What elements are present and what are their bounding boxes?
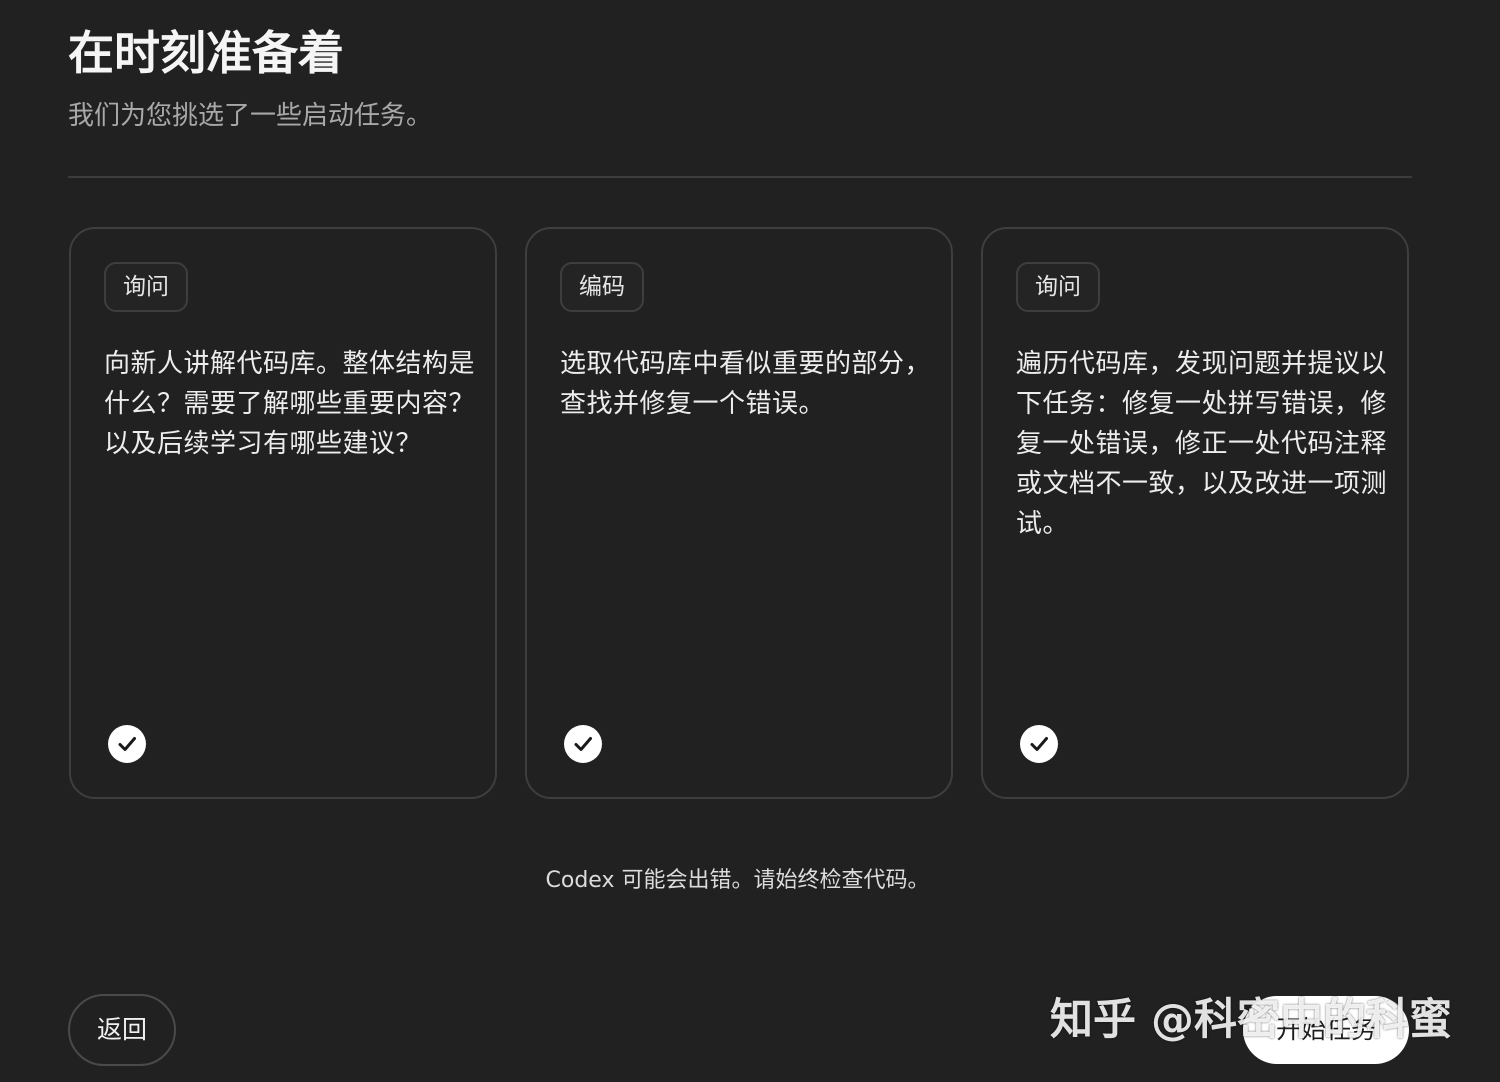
header-divider: [68, 176, 1412, 178]
checkmark-glyph: [118, 737, 136, 751]
task-tag: 询问: [1016, 262, 1100, 312]
task-card-2[interactable]: 编码 选取代码库中看似重要的部分，查找并修复一个错误。: [525, 227, 953, 799]
back-button[interactable]: 返回: [68, 994, 176, 1066]
page-title: 在时刻准备着: [68, 26, 344, 80]
start-task-button[interactable]: 开始任务: [1243, 996, 1409, 1064]
checkmark-glyph: [1030, 737, 1048, 751]
task-description: 选取代码库中看似重要的部分，查找并修复一个错误。: [560, 349, 932, 419]
disclaimer-text: Codex 可能会出错。请始终检查代码。: [545, 868, 930, 893]
check-icon[interactable]: [564, 725, 602, 763]
page-subtitle: 我们为您挑选了一些启动任务。: [68, 101, 433, 131]
task-description: 遍历代码库，发现问题并提议以下任务：修复一处拼写错误，修复一处错误，修正一处代码…: [1016, 349, 1388, 539]
check-icon[interactable]: [1020, 725, 1058, 763]
task-tag: 编码: [560, 262, 644, 312]
task-tag: 询问: [104, 262, 188, 312]
task-card-1[interactable]: 询问 向新人讲解代码库。整体结构是什么？需要了解哪些重要内容？以及后续学习有哪些…: [69, 227, 497, 799]
task-card-3[interactable]: 询问 遍历代码库，发现问题并提议以下任务：修复一处拼写错误，修复一处错误，修正一…: [981, 227, 1409, 799]
checkmark-glyph: [574, 737, 592, 751]
onboarding-page: 在时刻准备着 我们为您挑选了一些启动任务。 询问 向新人讲解代码库。整体结构是什…: [0, 0, 1500, 1082]
task-description: 向新人讲解代码库。整体结构是什么？需要了解哪些重要内容？以及后续学习有哪些建议？: [104, 349, 476, 459]
check-icon[interactable]: [108, 725, 146, 763]
